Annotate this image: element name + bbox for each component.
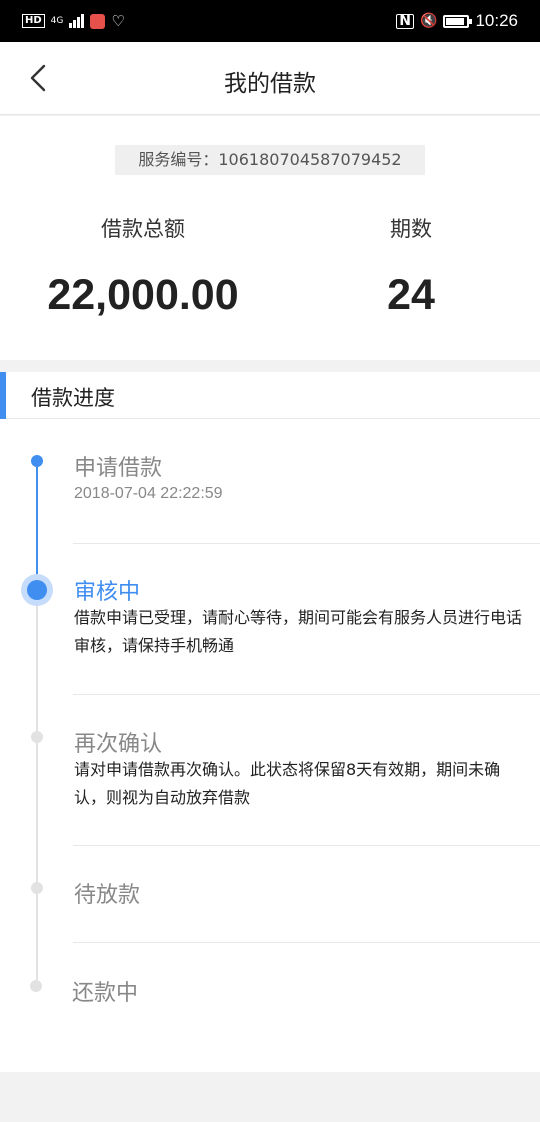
status-bar-left: HD 4G ♡ (22, 12, 125, 30)
step-dot-pending (30, 980, 42, 992)
step-title-apply: 申请借款 (74, 456, 163, 481)
step-divider (73, 845, 540, 846)
step-time-apply: 2018-07-04 22:22:59 (74, 485, 223, 502)
page-title: 我的借款 (224, 71, 316, 97)
progress-title: 借款进度 (31, 386, 115, 410)
network-type-icon: 4G (50, 16, 64, 26)
step-title-reconfirm: 再次确认 (74, 732, 163, 757)
progress-header: 借款进度 (0, 372, 540, 419)
step-title-await-disbursement: 待放款 (74, 883, 141, 908)
loan-period-label: 期数 (390, 217, 432, 241)
timeline-line-pending (36, 590, 38, 988)
step-dot-done (31, 455, 43, 467)
loan-amount-label: 借款总额 (101, 217, 185, 241)
signal-strength-icon (69, 14, 85, 28)
mute-icon: 🔇 (420, 13, 438, 29)
step-desc-review: 借款申请已受理，请耐心等待，期间可能会有服务人员进行电话审核，请保持手机畅通 (74, 608, 523, 655)
nfc-icon: N (396, 13, 415, 29)
status-bar: HD 4G ♡ N 🔇 10:26 (0, 0, 540, 42)
hd-icon: HD (22, 14, 45, 28)
step-desc-reconfirm: 请对申请借款再次确认。此状态将保留8天有效期，期间未确认，则视为自动放弃借款 (74, 760, 501, 807)
section-accent-bar (0, 372, 6, 419)
heart-icon: ♡ (111, 12, 125, 30)
loan-progress-section: 借款进度 申请借款 2018-07-04 22:22:59 审核中 借款申请已受… (0, 372, 540, 1072)
step-divider (73, 543, 540, 544)
status-time: 10:26 (475, 11, 518, 30)
battery-icon (443, 14, 473, 28)
step-divider (73, 942, 540, 943)
step-dot-pending (31, 731, 43, 743)
timeline-line-completed (36, 462, 38, 590)
step-dot-current (21, 574, 53, 606)
step-dot-pending (31, 882, 43, 894)
app-notification-icon (90, 13, 106, 29)
loan-summary-card: 服务编号：106180704587079452 借款总额 期数 22,000.0… (0, 116, 540, 360)
loan-period-value: 24 (387, 271, 435, 319)
loan-amount-value: 22,000.00 (47, 271, 239, 319)
navigation-bar: 我的借款 (0, 42, 540, 115)
step-title-repaying: 还款中 (72, 981, 139, 1006)
step-title-review: 审核中 (74, 580, 141, 605)
service-number: 服务编号：106180704587079452 (115, 145, 425, 175)
status-bar-right: N 🔇 10:26 (396, 11, 518, 31)
step-divider (73, 694, 540, 695)
